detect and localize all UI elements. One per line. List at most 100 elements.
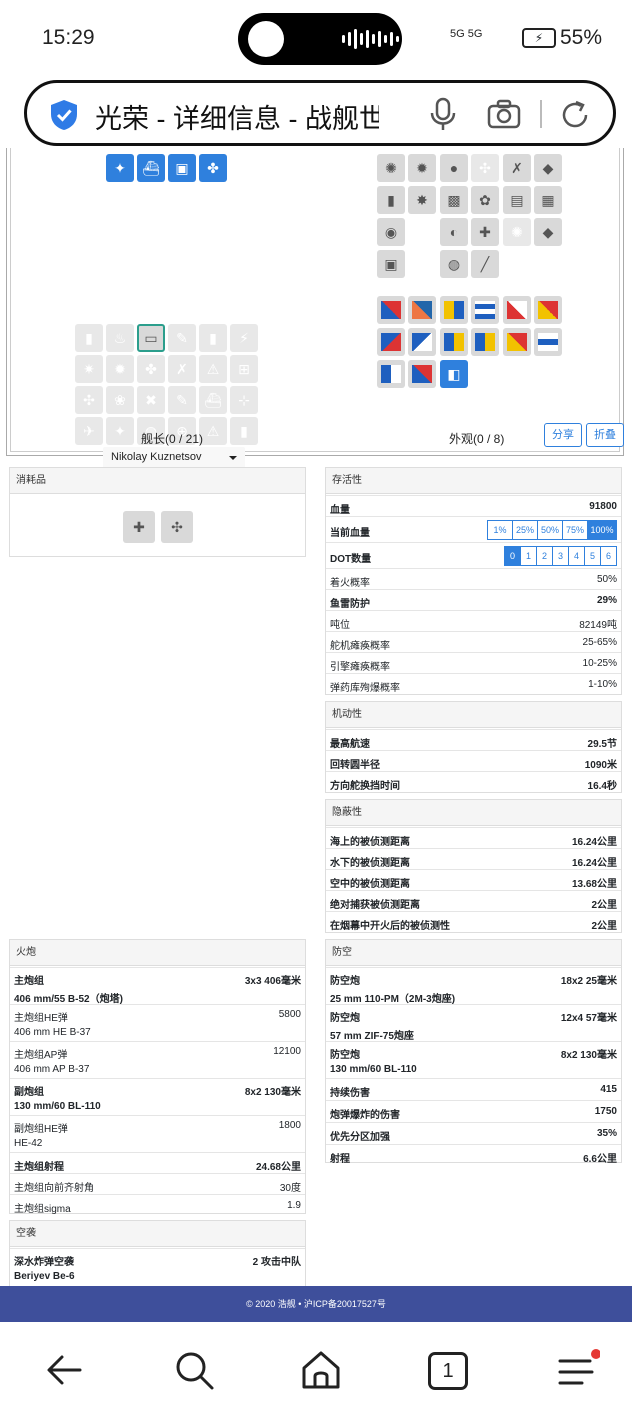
skill-icon[interactable]: ✖ <box>137 386 165 414</box>
share-button[interactable]: 分享 <box>544 423 582 447</box>
page-title[interactable]: 光荣 - 详细信息 - 战舰世界 <box>95 97 379 136</box>
flag-icon[interactable] <box>408 328 436 356</box>
module-icon[interactable]: ✿ <box>471 186 499 214</box>
flag-icon[interactable] <box>503 296 531 324</box>
captain-select[interactable]: Nikolay Kuznetsov <box>103 447 245 469</box>
skill-icon[interactable]: ⛴ <box>199 386 227 414</box>
row-label-text: 海上的被侦测距离 <box>330 837 410 848</box>
skill-icon[interactable]: ▮ <box>230 417 258 445</box>
module-icon[interactable]: ▦ <box>534 186 562 214</box>
hp-percent-button[interactable]: 25% <box>512 520 538 540</box>
hp-percent-button[interactable]: 50% <box>537 520 563 540</box>
flag-icon[interactable] <box>471 328 499 356</box>
module-icon[interactable]: ✺ <box>503 218 531 246</box>
dot-count-button[interactable]: 6 <box>600 546 617 566</box>
flag-icon[interactable] <box>440 296 468 324</box>
camouflage-icon[interactable]: ◧ <box>440 360 468 388</box>
skill-icon[interactable]: ✦ <box>106 417 134 445</box>
flag-icon[interactable] <box>440 328 468 356</box>
skill-icon[interactable]: ⚠ <box>199 417 227 445</box>
skill-icon[interactable]: ✎ <box>168 324 196 352</box>
upgrade-slot-icon[interactable]: ✦ <box>106 154 134 182</box>
module-icon[interactable]: ✚ <box>471 218 499 246</box>
skill-icon[interactable]: ♨ <box>106 324 134 352</box>
table-row: 回转圆半径 1090米 <box>326 750 621 771</box>
repair-party-icon[interactable]: ✚ <box>123 511 155 543</box>
module-icon[interactable]: ✗ <box>503 154 531 182</box>
module-icon[interactable]: ✸ <box>408 186 436 214</box>
skill-icon[interactable]: ⚠ <box>199 355 227 383</box>
module-icon[interactable]: ◉ <box>377 218 405 246</box>
skill-icon[interactable]: ▮ <box>75 324 103 352</box>
microphone-icon[interactable] <box>429 97 457 131</box>
row-value: 18x2 25毫米 <box>560 976 617 987</box>
skill-icon[interactable]: ✣ <box>75 386 103 414</box>
skill-icon[interactable]: ▭ <box>137 324 165 352</box>
hp-percent-button[interactable]: 100% <box>587 520 617 540</box>
flag-icon[interactable] <box>377 328 405 356</box>
flag-icon[interactable] <box>503 328 531 356</box>
flag-icon[interactable] <box>408 296 436 324</box>
camera-icon[interactable] <box>487 99 521 129</box>
address-bar[interactable]: 光荣 - 详细信息 - 战舰世界 <box>24 80 616 146</box>
back-icon[interactable] <box>42 1348 86 1392</box>
flag-icon[interactable] <box>534 328 562 356</box>
row-label-text: 主炮组sigma <box>14 1204 71 1215</box>
skill-icon[interactable]: ✤ <box>137 355 165 383</box>
flag-icon[interactable] <box>408 360 436 388</box>
dot-count-button[interactable]: 5 <box>584 546 601 566</box>
module-icon[interactable]: ◆ <box>534 218 562 246</box>
dot-count-button[interactable]: 0 <box>504 546 521 566</box>
skill-icon[interactable]: ✷ <box>75 355 103 383</box>
table-row: 副炮组HE弹 HE-42 1800 <box>10 1115 305 1152</box>
flag-icon[interactable] <box>377 296 405 324</box>
row-label-text: 弹药库殉爆概率 <box>330 683 400 694</box>
dot-count-button[interactable]: 1 <box>520 546 537 566</box>
module-icon[interactable]: ▩ <box>440 186 468 214</box>
row-value: 6.6公里 <box>583 1154 617 1165</box>
module-icon[interactable]: ▤ <box>503 186 531 214</box>
skill-icon[interactable]: ▮ <box>199 324 227 352</box>
skill-icon[interactable]: ✈ <box>75 417 103 445</box>
fighter-icon[interactable]: ✣ <box>161 511 193 543</box>
skill-icon[interactable]: ⊹ <box>230 386 258 414</box>
dot-count-button[interactable]: 3 <box>552 546 569 566</box>
module-icon[interactable]: ✹ <box>408 154 436 182</box>
module-icon[interactable]: ╱ <box>471 250 499 278</box>
airstrike-card: 空袭 深水炸弹空袭 Beriyev Be-6 2 攻击中队 <box>9 1220 306 1286</box>
module-icon[interactable]: ◍ <box>440 250 468 278</box>
module-icon[interactable]: ✺ <box>377 154 405 182</box>
menu-icon[interactable] <box>556 1348 600 1392</box>
flag-icon[interactable] <box>534 296 562 324</box>
search-icon[interactable] <box>172 1348 216 1392</box>
table-row: 防空炮 25 mm 110-PM（2M-3炮座) 18x2 25毫米 <box>326 967 621 1005</box>
skill-icon[interactable]: ❀ <box>106 386 134 414</box>
ship-icon[interactable]: ⛴ <box>137 154 165 182</box>
dot-count-button[interactable]: 2 <box>536 546 553 566</box>
hp-percent-button[interactable]: 1% <box>487 520 513 540</box>
dot-count-button[interactable]: 4 <box>568 546 585 566</box>
hp-percent-button[interactable]: 75% <box>562 520 588 540</box>
module-icon[interactable]: ● <box>440 154 468 182</box>
reload-icon[interactable] <box>559 99 591 131</box>
module-icon[interactable]: ◆ <box>534 154 562 182</box>
module-icon[interactable]: ◐ <box>440 218 468 246</box>
skill-icon[interactable]: ✎ <box>168 386 196 414</box>
flag-icon[interactable] <box>377 360 405 388</box>
module-icon[interactable]: ▣ <box>168 154 196 182</box>
home-icon[interactable] <box>299 1348 343 1392</box>
captain-title: 舰长(0 / 21) <box>141 432 204 446</box>
skill-icon[interactable]: ⚡ <box>230 324 258 352</box>
table-row: 持续伤害 415 <box>326 1078 621 1100</box>
skill-icon[interactable]: ✹ <box>106 355 134 383</box>
module-icon[interactable]: ✣ <box>471 154 499 182</box>
module-icon[interactable]: ▮ <box>377 186 405 214</box>
tabs-button[interactable]: 1 <box>428 1352 468 1390</box>
collapse-button[interactable]: 折叠 <box>586 423 624 447</box>
row-label-text: 深水炸弹空袭 <box>14 1257 74 1268</box>
flag-icon[interactable] <box>471 296 499 324</box>
skill-icon[interactable]: ⊞ <box>230 355 258 383</box>
skill-icon[interactable]: ✗ <box>168 355 196 383</box>
propeller-icon[interactable]: ✤ <box>199 154 227 182</box>
module-icon[interactable]: ▣ <box>377 250 405 278</box>
